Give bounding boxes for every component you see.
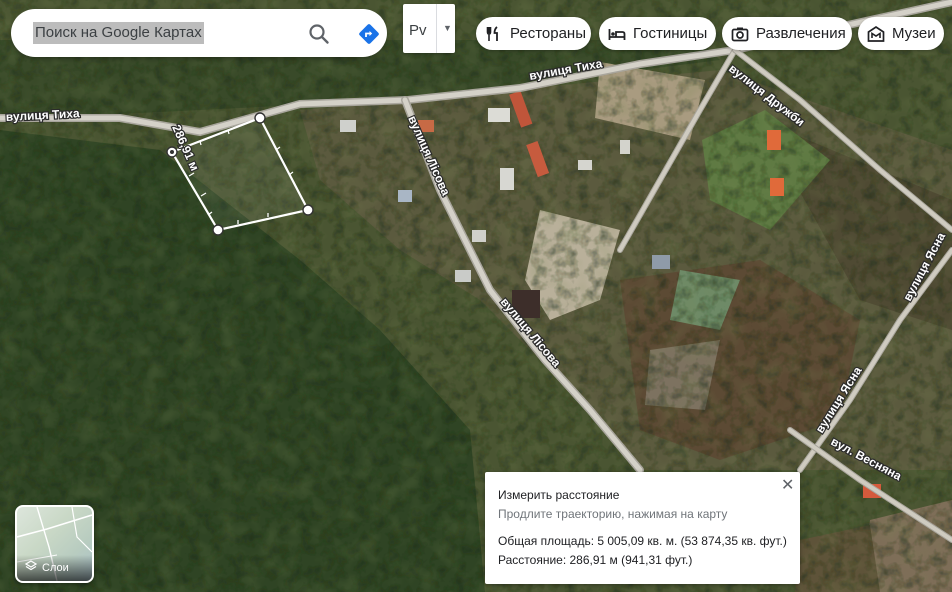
panel-hint: Продлите траекторию, нажимая на карту	[498, 507, 728, 521]
total-distance: Расстояние: 286,91 м (941,31 фут.)	[498, 553, 693, 567]
input-language-label: Pv	[409, 22, 427, 39]
restaurant-icon	[485, 25, 503, 43]
directions-icon[interactable]	[356, 21, 382, 47]
category-chip-hotels[interactable]: Гостиницы	[599, 17, 716, 50]
hotel-icon	[608, 25, 626, 43]
category-chip-restaurants[interactable]: Рестораны	[476, 17, 591, 50]
layers-button[interactable]: Слои	[15, 505, 94, 583]
total-area: Общая площадь: 5 005,09 кв. м. (53 874,3…	[498, 534, 787, 548]
measure-point[interactable]	[302, 204, 314, 216]
measure-point[interactable]	[254, 112, 266, 124]
category-chip-entertainment[interactable]: Развлечения	[722, 17, 852, 50]
camera-icon	[731, 25, 749, 43]
category-chip-museums[interactable]: Музеи	[858, 17, 944, 50]
chip-label: Гостиницы	[633, 25, 708, 42]
chip-label: Развлечения	[756, 25, 846, 42]
layers-label: Слои	[42, 562, 69, 574]
divider	[436, 4, 437, 53]
chip-label: Рестораны	[510, 25, 586, 42]
measure-distance-panel: ✕ Измерить расстояние Продлите траектори…	[485, 472, 800, 584]
input-tools-button[interactable]: Pv ▼	[403, 4, 455, 53]
satellite-map[interactable]: вулиця Тиха вулиця Тиха вулиця Лісова ву…	[0, 0, 952, 592]
chip-label: Музеи	[892, 25, 936, 42]
measure-point[interactable]	[212, 224, 224, 236]
close-icon[interactable]: ✕	[781, 475, 794, 495]
layers-icon	[24, 559, 38, 577]
search-icon[interactable]	[306, 21, 332, 47]
caret-down-icon[interactable]: ▼	[443, 23, 452, 33]
search-input[interactable]: Поиск на Google Картах	[33, 22, 204, 44]
search-box[interactable]: Поиск на Google Картах	[11, 9, 387, 57]
panel-title: Измерить расстояние	[498, 488, 620, 502]
museum-icon	[867, 25, 885, 43]
